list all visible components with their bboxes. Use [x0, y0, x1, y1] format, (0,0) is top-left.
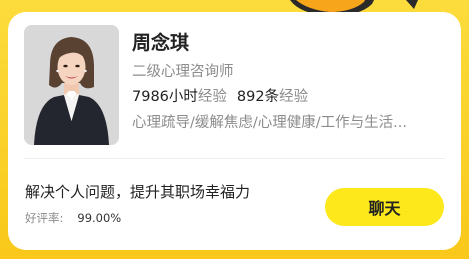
card-divider — [24, 158, 445, 159]
counselor-info: 周念琪 二级心理咨询师 7986小时经验 892条经验 心理疏导/缓解焦虑/心理健… — [132, 30, 450, 133]
counselor-title: 二级心理咨询师 — [132, 64, 234, 80]
reviews-suffix: 经验 — [279, 89, 309, 105]
hours-suffix: 经验 — [197, 89, 227, 105]
rating-value: 99.00% — [77, 211, 122, 225]
counselor-card[interactable]: 周念琪 二级心理咨询师 7986小时经验 892条经验 心理疏导/缓解焦虑/心理健… — [8, 12, 461, 250]
rating-label: 好评率: — [25, 211, 64, 225]
reviews-unit: 条 — [264, 89, 280, 105]
hours-value: 7986 — [132, 89, 169, 105]
counselor-specialties: 心理疏导/缓解焦虑/心理健康/工作与生活... — [132, 115, 407, 131]
hours-unit: 小时 — [168, 89, 198, 105]
counselor-tagline: 解决个人问题，提升其职场幸福力 — [25, 183, 251, 201]
counselor-name: 周念琪 — [132, 32, 190, 54]
chat-button[interactable]: 聊天 — [325, 188, 444, 226]
reviews-value: 892 — [236, 89, 265, 105]
counselor-avatar — [24, 25, 119, 145]
counselor-stats: 7986小时经验 892条经验 — [132, 87, 450, 107]
rating: 好评率: 99.00% — [25, 210, 121, 226]
